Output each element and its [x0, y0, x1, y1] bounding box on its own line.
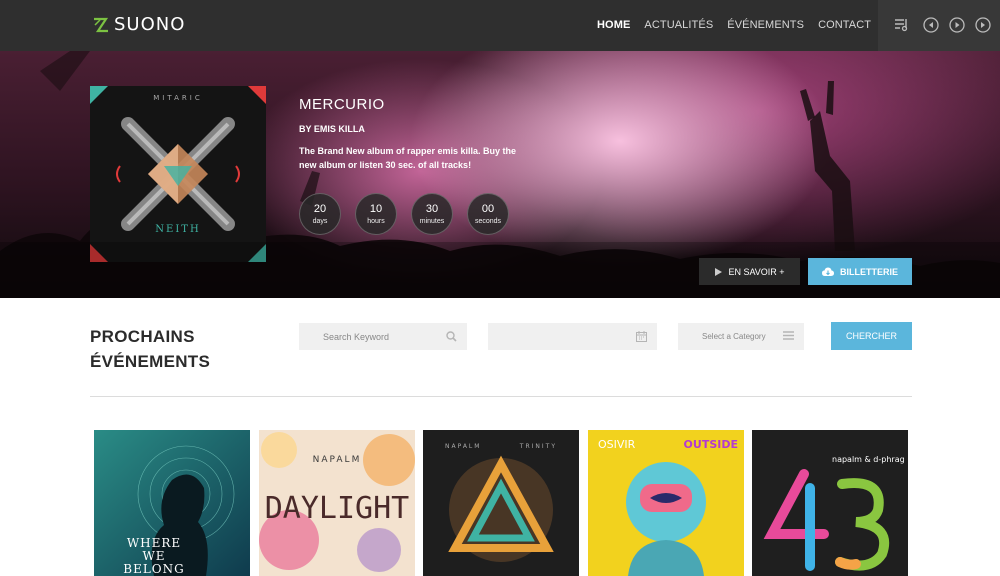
event-artwork: NAPALM TRINITY: [423, 430, 579, 576]
release-countdown: 20 days 10 hours 30 minutes 00 seconds: [299, 193, 509, 235]
menu-lines-icon: [783, 331, 794, 340]
event-artist: NAPALM: [445, 443, 481, 450]
calendar-icon[interactable]: [636, 331, 647, 342]
cloud-download-icon: [822, 267, 834, 276]
learn-more-button[interactable]: EN SAVOIR +: [699, 258, 800, 285]
album-artist: BY EMIS KILLA: [299, 124, 365, 134]
tickets-label: BILLETTERIE: [840, 266, 898, 277]
section-title: PROCHAINS ÉVÉNEMENTS: [90, 324, 210, 374]
logo[interactable]: SUONO: [92, 14, 185, 35]
logo-text: SUONO: [114, 14, 186, 35]
search-input[interactable]: Search Keyword: [299, 323, 467, 350]
date-input[interactable]: [488, 323, 657, 350]
countdown-value: 30: [425, 203, 439, 215]
category-select[interactable]: Select a Category: [678, 323, 804, 350]
event-artwork: NAPALM DAYLIGHT: [259, 430, 415, 576]
countdown-value: 00: [481, 203, 495, 215]
album-artwork: MITARIC NEITH: [90, 86, 266, 262]
album-cover[interactable]: MITARIC NEITH: [90, 86, 266, 262]
event-title-part: BELONG: [123, 562, 184, 576]
event-artwork: WHERE WE BELONG: [94, 430, 250, 576]
event-title: DAYLIGHT: [265, 491, 410, 526]
countdown-hours: 10 hours: [355, 193, 397, 235]
event-card-43[interactable]: napalm & d-phrag 43: [752, 430, 908, 576]
album-description: The Brand New album of rapper emis killa…: [299, 146, 517, 170]
album-cover-top-text: MITARIC: [153, 94, 202, 102]
menu-item-contact[interactable]: CONTACT: [818, 19, 871, 31]
main-menu: HOME ACTUALITÉS ÉVÉNEMENTS CONTACT: [597, 19, 871, 31]
event-artist: OSIVIR: [598, 438, 636, 451]
countdown-value: 10: [369, 203, 383, 215]
section-title-line2: ÉVÉNEMENTS: [90, 352, 211, 371]
play-icon[interactable]: [949, 17, 965, 33]
event-artwork: OSIVIR OUTSIDE: [588, 430, 744, 576]
countdown-value: 20: [313, 203, 327, 215]
hero-banner: MITARIC NEITH MERCURIO BY EMIS KILLA The…: [0, 51, 1000, 298]
top-navbar: SUONO HOME ACTUALITÉS ÉVÉNEMENTS CONTACT: [0, 0, 1000, 51]
mini-player: [878, 0, 1000, 51]
event-artist: napalm & d-phrag: [832, 455, 905, 464]
playlist-icon[interactable]: [894, 17, 910, 33]
menu-item-actualites[interactable]: ACTUALITÉS: [644, 19, 713, 31]
previous-icon[interactable]: [923, 17, 939, 33]
learn-more-label: EN SAVOIR +: [728, 266, 785, 277]
countdown-unit: seconds: [474, 218, 502, 225]
search-placeholder: Search Keyword: [323, 331, 390, 342]
event-title-part: WE: [142, 549, 165, 563]
countdown-minutes: 30 minutes: [411, 193, 453, 235]
category-placeholder: Select a Category: [702, 332, 766, 341]
event-title: TRINITY: [519, 443, 557, 450]
album-cover-bottom-text: NEITH: [155, 224, 200, 235]
countdown-days: 20 days: [299, 193, 341, 235]
event-artist: NAPALM: [313, 455, 362, 465]
search-icon[interactable]: [446, 331, 457, 342]
logo-icon: [94, 17, 109, 32]
event-artwork: napalm & d-phrag 43: [752, 430, 908, 576]
section-divider: [90, 396, 912, 397]
event-card-trinity[interactable]: NAPALM TRINITY: [423, 430, 579, 576]
event-title-part: WHERE: [127, 536, 181, 550]
menu-item-evenements[interactable]: ÉVÉNEMENTS: [727, 19, 804, 31]
countdown-seconds: 00 seconds: [467, 193, 509, 235]
event-title: OUTSIDE: [684, 438, 738, 451]
countdown-unit: hours: [367, 218, 385, 225]
event-card-daylight[interactable]: NAPALM DAYLIGHT: [259, 430, 415, 576]
search-button[interactable]: CHERCHER: [831, 322, 912, 350]
event-card-where-we-belong[interactable]: WHERE WE BELONG: [94, 430, 250, 576]
countdown-unit: days: [312, 218, 328, 225]
play-triangle-icon: [715, 267, 723, 276]
next-icon[interactable]: [975, 17, 991, 33]
event-card-outside[interactable]: OSIVIR OUTSIDE: [588, 430, 744, 576]
tickets-button[interactable]: BILLETTERIE: [808, 258, 912, 285]
album-title: MERCURIO: [299, 96, 385, 113]
menu-item-home[interactable]: HOME: [597, 19, 630, 31]
countdown-unit: minutes: [419, 218, 445, 225]
section-title-line1: PROCHAINS: [90, 327, 195, 346]
